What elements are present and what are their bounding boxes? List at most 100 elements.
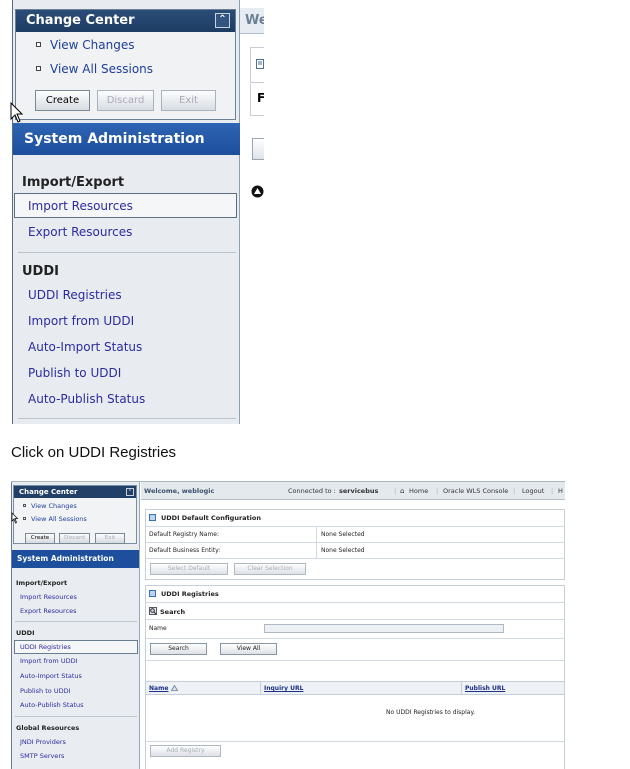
wls-console-link[interactable]: Oracle WLS Console: [443, 482, 508, 500]
row-divider: [146, 638, 564, 639]
change-center-panel: Change Center ⌃ View Changes View All Se…: [15, 9, 236, 120]
nav-import-resources[interactable]: Import Resources: [28, 199, 133, 213]
welcome-text: Welcome, weblogic: [144, 487, 215, 495]
nav-publish-to-uddi[interactable]: Publish to UDDI: [28, 366, 121, 380]
clear-selection-button[interactable]: Clear Selection: [234, 563, 306, 575]
add-registry-button[interactable]: Add Registry: [150, 745, 221, 757]
change-center-panel: Change Center ⌃ View Changes View All Se…: [13, 485, 137, 544]
nav-import-resources[interactable]: Import Resources: [20, 593, 77, 601]
system-administration-header: System Administration: [12, 550, 139, 568]
uddi-heading: UDDI: [16, 629, 35, 637]
row-divider: [146, 660, 564, 661]
help-link[interactable]: H: [558, 482, 563, 500]
import-export-heading: Import/Export: [22, 175, 125, 190]
bullet-icon: [36, 66, 41, 71]
separator: |: [436, 487, 439, 495]
sort-ascending-icon[interactable]: [171, 685, 178, 691]
nav-export-resources[interactable]: Export Resources: [28, 225, 132, 239]
view-all-sessions-link[interactable]: View All Sessions: [23, 515, 87, 523]
nav-auto-publish-status[interactable]: Auto-Publish Status: [28, 392, 145, 406]
nav-uddi-registries[interactable]: UDDI Registries: [28, 288, 122, 302]
panel-icon: [149, 514, 156, 521]
view-all-sessions-label: View All Sessions: [31, 515, 87, 523]
discard-button[interactable]: Discard: [59, 533, 90, 544]
registries-title: UDDI Registries: [149, 590, 219, 598]
mouse-cursor-icon: [10, 102, 24, 123]
row-divider: [146, 558, 564, 559]
nav-jndi-providers[interactable]: JNDI Providers: [20, 738, 66, 746]
exit-button[interactable]: Exit: [161, 90, 216, 111]
separator: |: [551, 487, 554, 495]
zoomed-console-screenshot: Change Center ⌃ View Changes View All Se…: [0, 0, 264, 424]
home-link[interactable]: Home: [409, 482, 428, 500]
view-all-sessions-link[interactable]: View All Sessions: [36, 62, 153, 76]
logout-link[interactable]: Logout: [522, 482, 544, 500]
system-administration-header: System Administration: [13, 123, 240, 155]
bullet-icon: [23, 504, 26, 507]
mouse-cursor-icon: [11, 512, 19, 524]
chevron-up-icon[interactable]: ⌃: [126, 488, 134, 496]
search-button[interactable]: Search: [150, 643, 207, 655]
import-export-heading: Import/Export: [16, 579, 68, 587]
discard-button[interactable]: Discard: [97, 90, 154, 111]
separator: |: [394, 487, 397, 495]
section-divider: [15, 621, 137, 622]
nav-import-from-uddi[interactable]: Import from UDDI: [28, 314, 134, 328]
row-divider: [146, 619, 564, 620]
view-changes-label: View Changes: [31, 502, 77, 510]
row-divider: [146, 542, 564, 543]
create-button[interactable]: Create: [25, 533, 55, 544]
main-content: UDDI Default Configuration Default Regis…: [141, 501, 565, 769]
business-entity-value: None Selected: [321, 547, 365, 554]
section-divider: [15, 716, 137, 717]
bullet-icon: [23, 517, 26, 520]
tutorial-page: Change Center ⌃ View Changes View All Se…: [0, 0, 630, 769]
change-center-header: Change Center ⌃: [16, 10, 235, 32]
nav-publish-to-uddi[interactable]: Publish to UDDI: [20, 687, 71, 695]
bullet-icon: [36, 42, 41, 47]
business-entity-label: Default Business Entity:: [149, 547, 221, 554]
nav-uddi-registries[interactable]: UDDI Registries: [20, 643, 71, 651]
search-title: Search: [149, 607, 185, 616]
nav-smtp-servers[interactable]: SMTP Servers: [20, 752, 64, 760]
column-name[interactable]: Name: [149, 685, 168, 692]
row-divider: [146, 526, 564, 527]
column-divider: [316, 526, 317, 558]
name-search-input[interactable]: [264, 624, 504, 633]
nav-auto-import-status[interactable]: Auto-Import Status: [20, 672, 82, 680]
column-inquiry-url[interactable]: Inquiry URL: [264, 685, 303, 692]
section-divider: [18, 418, 236, 419]
exit-button[interactable]: Exit: [95, 533, 125, 544]
registry-name-value: None Selected: [321, 531, 365, 538]
change-center-title: Change Center: [19, 488, 78, 496]
console-screenshot: Change Center ⌃ View Changes View All Se…: [11, 481, 565, 769]
view-changes-label: View Changes: [50, 38, 135, 52]
chevron-up-icon[interactable]: ⌃: [215, 13, 230, 28]
uddi-heading: UDDI: [22, 264, 59, 279]
row-divider: [146, 741, 564, 742]
button-fragment[interactable]: [252, 138, 264, 160]
column-divider: [260, 682, 261, 695]
view-changes-link[interactable]: View Changes: [36, 38, 135, 52]
warning-up-icon: [251, 185, 264, 198]
nav-auto-publish-status[interactable]: Auto-Publish Status: [20, 701, 84, 709]
nav-auto-import-status[interactable]: Auto-Import Status: [28, 340, 142, 354]
nav-import-from-uddi[interactable]: Import from UDDI: [20, 657, 78, 665]
nav-export-resources[interactable]: Export Resources: [20, 607, 77, 615]
view-changes-link[interactable]: View Changes: [23, 502, 77, 510]
change-center-title: Change Center: [26, 13, 135, 28]
column-divider: [461, 682, 462, 695]
select-default-button[interactable]: Select Default: [150, 563, 228, 575]
form-fragment: F: [250, 84, 264, 116]
document-icon: [256, 59, 264, 69]
view-all-button[interactable]: View All: [220, 643, 277, 655]
registries-title-text: UDDI Registries: [161, 590, 219, 598]
search-icon: [149, 607, 157, 615]
column-publish-url[interactable]: Publish URL: [465, 685, 505, 692]
welcome-fragment: We: [240, 8, 264, 34]
search-title-text: Search: [160, 608, 186, 616]
connected-label: Connected to :: [288, 487, 336, 495]
home-icon: ⌂: [400, 487, 405, 495]
name-label: Name: [149, 625, 167, 632]
create-button[interactable]: Create: [35, 90, 90, 111]
